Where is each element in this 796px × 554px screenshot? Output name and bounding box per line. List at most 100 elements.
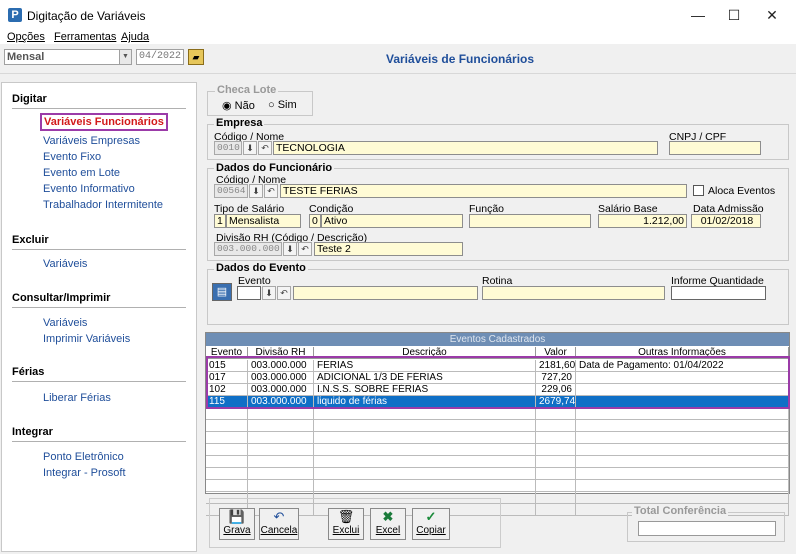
sidebar-item-ponto-eletronico[interactable]: Ponto Eletrônico [43, 451, 124, 463]
funcionario-codigo-field[interactable]: 00564 [214, 184, 248, 198]
table-row[interactable] [206, 408, 789, 420]
evento-desc-field[interactable] [293, 286, 478, 300]
radio-icon: ○ [268, 99, 275, 111]
condicao-code[interactable]: 0 [309, 214, 321, 228]
excel-button[interactable]: ✖ Excel [370, 508, 406, 540]
total-label: Total Conferência [632, 505, 729, 517]
funcao-field[interactable] [469, 214, 591, 228]
divider [12, 249, 186, 250]
section-digitar: Digitar [12, 93, 47, 105]
exclui-label: Exclui [332, 525, 360, 536]
undo-icon[interactable]: ↶ [264, 184, 278, 198]
table-cell [576, 480, 789, 492]
table-title: Eventos Cadastrados [206, 333, 789, 346]
funcionario-nome-field[interactable]: TESTE FERIAS [280, 184, 687, 198]
salario-base-field[interactable]: 1.212,00 [598, 214, 687, 228]
aloca-eventos-checkbox[interactable] [693, 185, 704, 196]
section-excluir: Excluir [12, 234, 49, 246]
chevron-down-icon[interactable]: ▼ [119, 50, 131, 64]
table-cell [536, 432, 576, 444]
table-row[interactable] [206, 444, 789, 456]
table-row[interactable] [206, 420, 789, 432]
maximize-button[interactable]: ☐ [717, 3, 751, 27]
table-cell [206, 480, 248, 492]
close-button[interactable]: ✕ [755, 3, 789, 27]
radio-nao-label: Não [234, 100, 255, 112]
tipo-salario-field[interactable]: Mensalista [226, 214, 301, 228]
grava-button[interactable]: 💾 Grava [219, 508, 255, 540]
sidebar-item-variaveis-empresas[interactable]: Variáveis Empresas [43, 135, 140, 147]
table-cell [576, 408, 789, 420]
table-cell [314, 444, 536, 456]
table-cell [248, 432, 314, 444]
data-admissao-field[interactable]: 01/02/2018 [691, 214, 761, 228]
divisao-rh-desc[interactable]: Teste 2 [314, 242, 463, 256]
table-row[interactable] [206, 480, 789, 492]
radio-sim[interactable]: ○ Sim [268, 99, 297, 111]
radio-sim-label: Sim [277, 99, 297, 111]
table-cell [536, 408, 576, 420]
rotina-field[interactable] [482, 286, 665, 300]
period-select[interactable]: Mensal ▼ [4, 49, 132, 65]
radio-nao[interactable]: ◉ Não [222, 99, 255, 112]
table-cell [248, 408, 314, 420]
sidebar-item-liberar-ferias[interactable]: Liberar Férias [43, 392, 111, 404]
divider [12, 441, 186, 442]
table-cell [576, 456, 789, 468]
undo-icon[interactable]: ↶ [258, 141, 272, 155]
condicao-field[interactable]: Ativo [321, 214, 463, 228]
menu-ferramentas[interactable]: Ferramentas [54, 31, 116, 43]
table-cell [314, 432, 536, 444]
menu-ajuda[interactable]: Ajuda [121, 31, 149, 43]
sidebar-item-evento-fixo[interactable]: Evento Fixo [43, 151, 101, 163]
download-icon[interactable]: ⬇ [243, 141, 257, 155]
table-row[interactable] [206, 468, 789, 480]
download-icon[interactable]: ⬇ [262, 286, 276, 300]
undo-icon[interactable]: ↶ [277, 286, 291, 300]
copiar-button[interactable]: ✓ Copiar [412, 508, 450, 540]
sidebar-item-evento-lote[interactable]: Evento em Lote [43, 167, 120, 179]
table-cell [576, 492, 789, 504]
total-field [638, 521, 776, 536]
table-cell [314, 468, 536, 480]
table-cell [206, 420, 248, 432]
table-cell [536, 468, 576, 480]
trash-icon: 🗑 [337, 509, 355, 524]
sidebar-item-imprimir-variaveis[interactable]: Imprimir Variáveis [43, 333, 130, 345]
undo-icon: ↶ [273, 509, 285, 524]
table-row[interactable] [206, 456, 789, 468]
sidebar-item-evento-informativo[interactable]: Evento Informativo [43, 183, 135, 195]
divider [12, 108, 186, 109]
evento-code-input[interactable] [237, 286, 261, 300]
sidebar-item-excluir-variaveis[interactable]: Variáveis [43, 258, 87, 270]
empresa-codigo-field[interactable]: 0010 [214, 141, 242, 155]
radio-selected-icon: ◉ [222, 100, 232, 112]
undo-icon[interactable]: ↶ [298, 242, 312, 256]
period-date-input[interactable]: 04/2022 [136, 49, 184, 65]
sidebar-item-trabalhador-intermitente[interactable]: Trabalhador Intermitente [43, 199, 163, 211]
minimize-button[interactable]: — [681, 3, 715, 27]
cancela-label: Cancela [260, 525, 298, 536]
sidebar-item-consultar-variaveis[interactable]: Variáveis [43, 317, 87, 329]
sidebar-item-variaveis-funcionarios[interactable]: Variáveis Funcionários [40, 113, 168, 131]
evento-group-label: Dados do Evento [214, 262, 308, 274]
cancela-button[interactable]: ↶ Cancela [259, 508, 299, 540]
book-icon[interactable]: ▤ [212, 283, 232, 301]
sidebar-item-integrar-prosoft[interactable]: Integrar - Prosoft [43, 467, 126, 479]
section-ferias: Férias [12, 366, 45, 378]
table-row[interactable] [206, 432, 789, 444]
excel-label: Excel [375, 525, 401, 536]
table-cell [206, 468, 248, 480]
download-icon[interactable]: ⬇ [249, 184, 263, 198]
exclui-button[interactable]: 🗑 Exclui [328, 508, 364, 540]
app-icon: P [8, 8, 22, 22]
download-icon[interactable]: ⬇ [283, 242, 297, 256]
quantidade-input[interactable] [671, 286, 766, 300]
menu-opcoes[interactable]: Opções [7, 31, 45, 43]
empresa-nome-field[interactable]: TECNOLOGIA [273, 141, 658, 155]
folder-icon[interactable]: ▰ [188, 49, 204, 65]
divisao-rh-code[interactable]: 003.000.000 [214, 242, 282, 256]
rows-highlight [206, 356, 790, 409]
tipo-salario-code[interactable]: 1 [214, 214, 226, 228]
cnpj-field[interactable] [669, 141, 761, 155]
